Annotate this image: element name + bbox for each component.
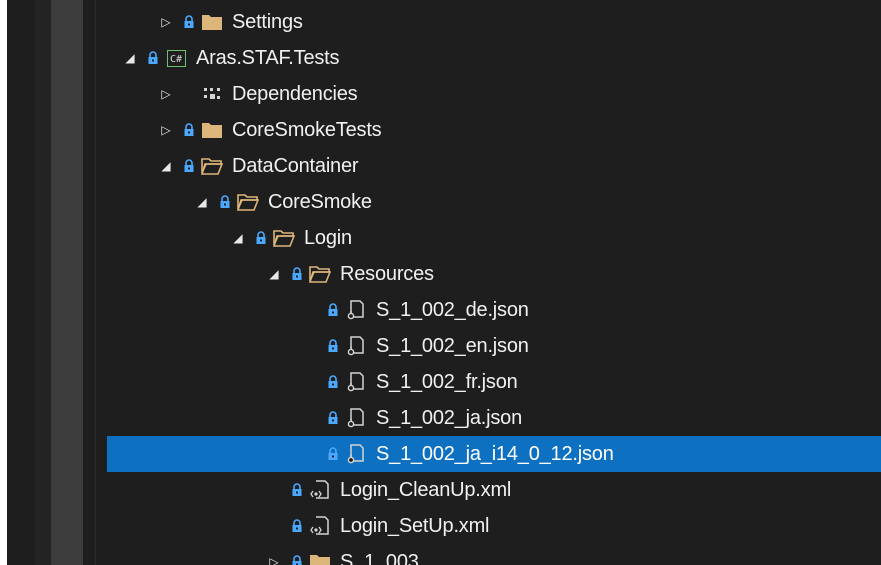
tree-item-label: Login_SetUp.xml [340, 514, 490, 537]
tree-item-label: S_1_003 [340, 550, 419, 565]
tree-item-label: S_1_002_ja_i14_0_12.json [376, 442, 614, 465]
tree-row[interactable]: S_1_002_fr.json [107, 364, 881, 400]
csharp-project-icon: C# [165, 47, 187, 69]
lock-icon [327, 336, 339, 356]
expander-spacer [303, 408, 317, 428]
lock-icon [291, 264, 303, 284]
tree-item-label: Resources [340, 262, 434, 285]
lock-icon [291, 516, 303, 536]
tree-item-label: Login_CleanUp.xml [340, 478, 512, 501]
lock-icon [327, 300, 339, 320]
lock-icon [255, 228, 267, 248]
collapsed-arrow-icon[interactable]: ▷ [267, 552, 281, 565]
lock-icon [291, 552, 303, 565]
tree-row[interactable]: ▷ S_1_003 [107, 544, 881, 565]
tree-row[interactable]: S_1_002_de.json [107, 292, 881, 328]
folder-open-icon [201, 155, 223, 177]
lock-icon [219, 192, 231, 212]
tree-item-label: Settings [232, 10, 303, 33]
tree-item-label: S_1_002_ja.json [376, 406, 523, 429]
folder-closed-icon [201, 119, 223, 141]
expander-spacer [303, 336, 317, 356]
tree-row[interactable]: ◢ DataContainer [107, 148, 881, 184]
expanded-arrow-icon[interactable]: ◢ [123, 48, 137, 68]
tree-row[interactable]: ▷ Dependencies [107, 76, 881, 112]
tree-row[interactable]: ◢ C# Aras.STAF.Tests [107, 40, 881, 76]
expander-spacer [267, 516, 281, 536]
tree-item-label: Aras.STAF.Tests [196, 46, 340, 69]
xml-file-icon [309, 479, 331, 501]
lock-icon [327, 408, 339, 428]
tree-row[interactable]: S_1_002_ja.json [107, 400, 881, 436]
json-file-icon [345, 335, 367, 357]
tree-row[interactable]: ◢ CoreSmoke [107, 184, 881, 220]
expander-spacer [267, 480, 281, 500]
tree-item-label: S_1_002_fr.json [376, 370, 518, 393]
lock-icon [147, 48, 159, 68]
indent-guide [95, 0, 96, 565]
expander-spacer [303, 300, 317, 320]
tree-item-label: DataContainer [232, 154, 359, 177]
expander-spacer [303, 372, 317, 392]
collapsed-arrow-icon[interactable]: ▷ [159, 12, 173, 32]
expanded-arrow-icon[interactable]: ◢ [159, 156, 173, 176]
xml-file-icon [309, 515, 331, 537]
collapsed-arrow-icon[interactable]: ▷ [159, 84, 173, 104]
folder-closed-icon [201, 11, 223, 33]
expanded-arrow-icon[interactable]: ◢ [267, 264, 281, 284]
scrollbar-thumb[interactable] [51, 0, 83, 565]
expander-spacer [303, 444, 317, 464]
tree-row[interactable]: S_1_002_en.json [107, 328, 881, 364]
tree-row[interactable]: ▷ Settings [107, 4, 881, 40]
lock-icon [327, 372, 339, 392]
collapsed-arrow-icon[interactable]: ▷ [159, 120, 173, 140]
tree-item-label: CoreSmoke [268, 190, 372, 213]
tree-item-label: Dependencies [232, 82, 358, 105]
dependencies-icon [201, 83, 223, 105]
json-file-icon [345, 407, 367, 429]
expanded-arrow-icon[interactable]: ◢ [231, 228, 245, 248]
json-file-icon [345, 371, 367, 393]
folder-open-icon [309, 263, 331, 285]
lock-icon [183, 156, 195, 176]
lock-icon [183, 120, 195, 140]
expanded-arrow-icon[interactable]: ◢ [195, 192, 209, 212]
tree-item-label: S_1_002_en.json [376, 334, 529, 357]
tree-row[interactable]: Login_SetUp.xml [107, 508, 881, 544]
solution-explorer-panel: ▷ Settings ◢ C# Aras.STAF.Tests ▷ Dependencies… [7, 0, 881, 565]
tree-row[interactable]: S_1_002_ja_i14_0_12.json [107, 436, 881, 472]
tree-row[interactable]: ▷ CoreSmokeTests [107, 112, 881, 148]
lock-icon [183, 12, 195, 32]
lock-icon [327, 444, 339, 464]
tree-item-label: S_1_002_de.json [376, 298, 529, 321]
json-file-icon [345, 443, 367, 465]
folder-open-icon [237, 191, 259, 213]
folder-open-icon [273, 227, 295, 249]
tree-row[interactable]: ◢ Login [107, 220, 881, 256]
folder-closed-icon [309, 551, 331, 565]
tree-item-label: CoreSmokeTests [232, 118, 382, 141]
lock-icon [291, 480, 303, 500]
scrollbar-track [35, 0, 51, 565]
tree-item-label: Login [304, 226, 352, 249]
screenshot-frame: ▷ Settings ◢ C# Aras.STAF.Tests ▷ Dependencies… [0, 0, 881, 565]
tree-row[interactable]: ◢ Resources [107, 256, 881, 292]
tree-row[interactable]: Login_CleanUp.xml [107, 472, 881, 508]
json-file-icon [345, 299, 367, 321]
lock-spacer [183, 84, 195, 104]
